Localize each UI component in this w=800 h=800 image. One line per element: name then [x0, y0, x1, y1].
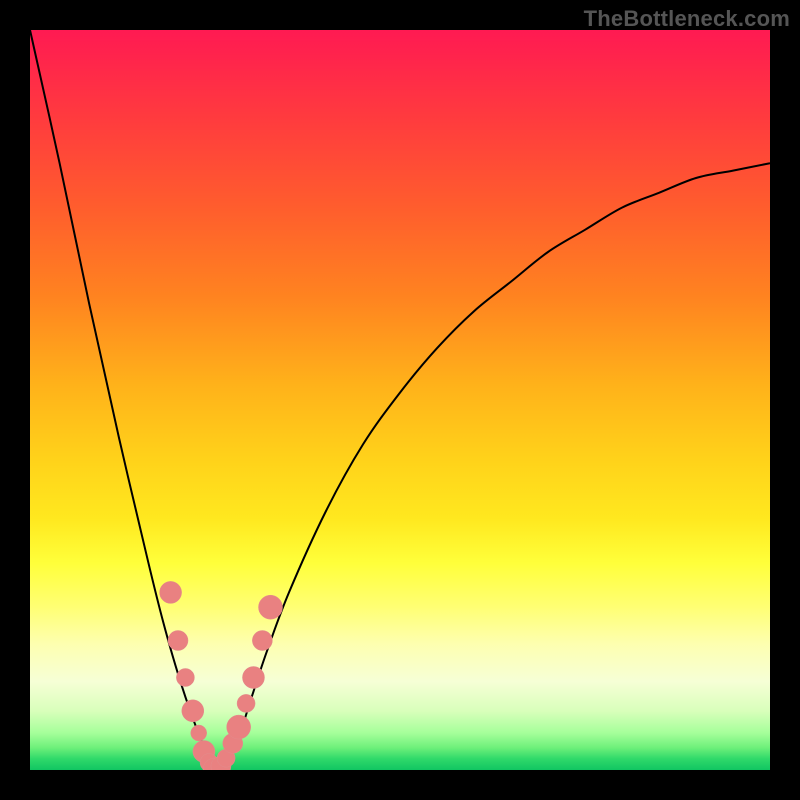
sample-dots-group: [160, 581, 283, 770]
chart-svg: [30, 30, 770, 770]
watermark-text: TheBottleneck.com: [584, 6, 790, 32]
sample-dot: [259, 595, 283, 619]
sample-dot: [160, 581, 182, 603]
sample-dot: [176, 669, 194, 687]
chart-frame: TheBottleneck.com: [0, 0, 800, 800]
sample-dot: [252, 631, 272, 651]
sample-dot: [182, 700, 204, 722]
sample-dot: [237, 694, 255, 712]
sample-dot: [227, 715, 251, 739]
sample-dot: [191, 725, 207, 741]
sample-dot: [168, 631, 188, 651]
sample-dot: [242, 667, 264, 689]
plot-area: [30, 30, 770, 770]
bottleneck-curve: [30, 30, 770, 770]
